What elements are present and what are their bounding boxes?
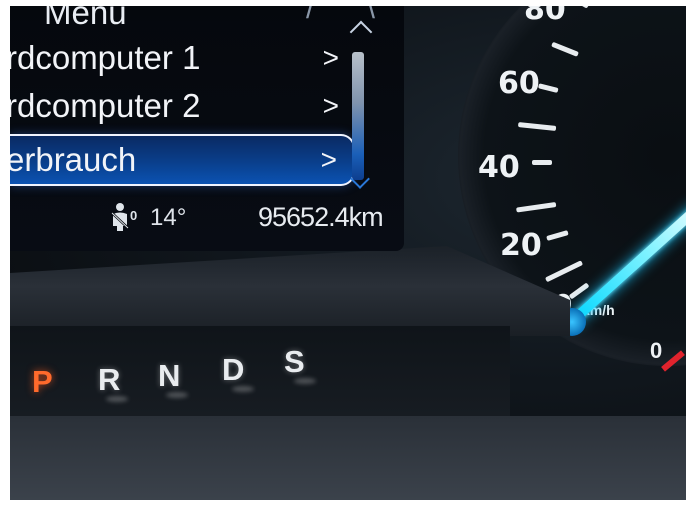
speed-label-40: 40 <box>478 150 520 185</box>
speed-label-80: 80 <box>524 6 566 27</box>
gear-d: D <box>222 352 245 387</box>
chevron-right-icon: > <box>322 42 339 73</box>
gear-backlight <box>232 386 254 392</box>
menu-item-label: rdcomputer 1 <box>10 39 201 76</box>
cluster-display: Menu / \ rdcomputer 1 > rdcomputer 2 > e… <box>10 6 404 251</box>
seatbelt-count: 0 <box>130 208 138 223</box>
menu-list: rdcomputer 1 > rdcomputer 2 > erbrauch > <box>10 34 355 186</box>
dashboard-photo: 80 60 40 20 0 km/h 0 P R N D S Menu / \ … <box>10 6 686 500</box>
menu-item-verbrauch[interactable]: erbrauch > <box>10 134 355 186</box>
scrollbar-track[interactable] <box>352 52 364 180</box>
menu-item-label: rdcomputer 2 <box>10 87 201 124</box>
dashboard-lower-panel <box>10 416 686 500</box>
gear-p: P <box>32 364 53 399</box>
gear-s: S <box>284 344 305 379</box>
gear-backlight <box>166 392 188 398</box>
seatbelt-warning-icon <box>111 203 129 231</box>
speed-tick <box>532 160 552 165</box>
chevron-right-icon: > <box>322 90 339 121</box>
second-gauge-label: 0 <box>650 338 663 363</box>
speed-label-20: 20 <box>500 228 542 263</box>
chevron-up-icon[interactable] <box>349 20 373 44</box>
gear-n: N <box>158 358 181 393</box>
menu-item-bordcomputer-1[interactable]: rdcomputer 1 > <box>10 34 355 82</box>
outside-temperature: 14° <box>150 204 187 231</box>
gear-backlight <box>106 396 128 402</box>
menu-scrollbar[interactable] <box>347 20 379 189</box>
status-bar: 0 14° 95652.4km <box>10 198 404 238</box>
gear-r: R <box>98 362 121 397</box>
gear-selector <box>10 326 510 416</box>
speed-label-60: 60 <box>498 66 540 101</box>
odometer-readout: 95652.4km <box>258 202 384 232</box>
gear-backlight <box>294 378 316 384</box>
menu-item-label: erbrauch <box>10 141 137 178</box>
chevron-right-icon: > <box>320 144 337 175</box>
menu-item-bordcomputer-2[interactable]: rdcomputer 2 > <box>10 82 355 130</box>
menu-title: Menu <box>44 6 127 31</box>
menu-top-chevrons: / \ <box>306 6 398 25</box>
